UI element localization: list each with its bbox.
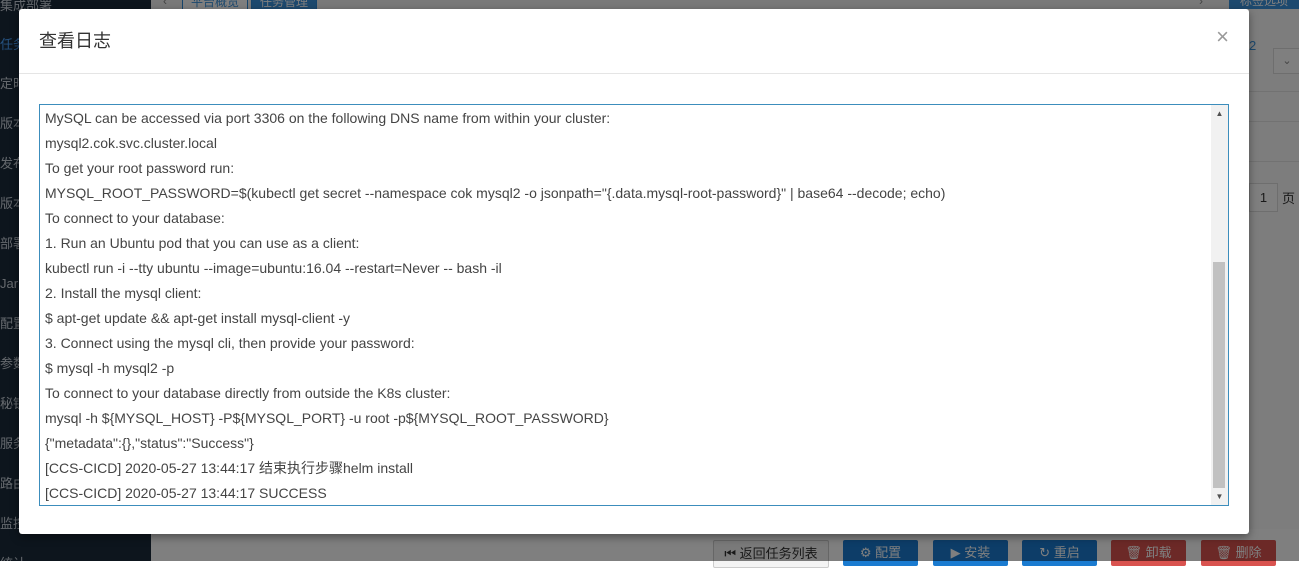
scroll-thumb[interactable] — [1213, 262, 1225, 488]
scroll-up-arrow-icon[interactable]: ▲ — [1211, 105, 1228, 122]
log-line: To get your root password run: — [45, 160, 235, 176]
log-line: $ mysql -h mysql2 -p — [45, 360, 175, 376]
log-line: mysql2.cok.svc.cluster.local — [45, 135, 217, 151]
log-content: MySQL can be accessed via port 3306 on t… — [45, 106, 1208, 505]
log-scrollbar[interactable]: ▲ ▼ — [1211, 105, 1228, 505]
log-line: {"metadata":{},"status":"Success"} — [45, 435, 254, 451]
view-log-dialog: 查看日志 × MySQL can be accessed via port 33… — [19, 9, 1249, 534]
dialog-header: 查看日志 × — [19, 9, 1249, 74]
log-line: 2. Install the mysql client: — [45, 285, 202, 301]
log-line: 3. Connect using the mysql cli, then pro… — [45, 335, 415, 351]
dialog-title: 查看日志 — [39, 31, 111, 51]
log-textarea[interactable]: MySQL can be accessed via port 3306 on t… — [39, 104, 1229, 506]
log-line: [CCS-CICD] 2020-05-27 13:44:17 结束执行步骤hel… — [45, 460, 414, 476]
close-icon[interactable]: × — [1216, 25, 1229, 49]
log-line: kubectl run -i --tty ubuntu --image=ubun… — [45, 260, 502, 276]
log-line: MySQL can be accessed via port 3306 on t… — [45, 110, 611, 126]
log-line: 1. Run an Ubuntu pod that you can use as… — [45, 235, 360, 251]
log-line: MYSQL_ROOT_PASSWORD=$(kubectl get secret… — [45, 185, 946, 201]
log-line: mysql -h ${MYSQL_HOST} -P${MYSQL_PORT} -… — [45, 410, 609, 426]
log-line: To connect to your database directly fro… — [45, 385, 451, 401]
scroll-down-arrow-icon[interactable]: ▼ — [1211, 488, 1228, 505]
log-line: [CCS-CICD] 2020-05-27 13:44:17 SUCCESS — [45, 485, 327, 501]
log-line: $ apt-get update && apt-get install mysq… — [45, 310, 351, 326]
log-line: To connect to your database: — [45, 210, 225, 226]
